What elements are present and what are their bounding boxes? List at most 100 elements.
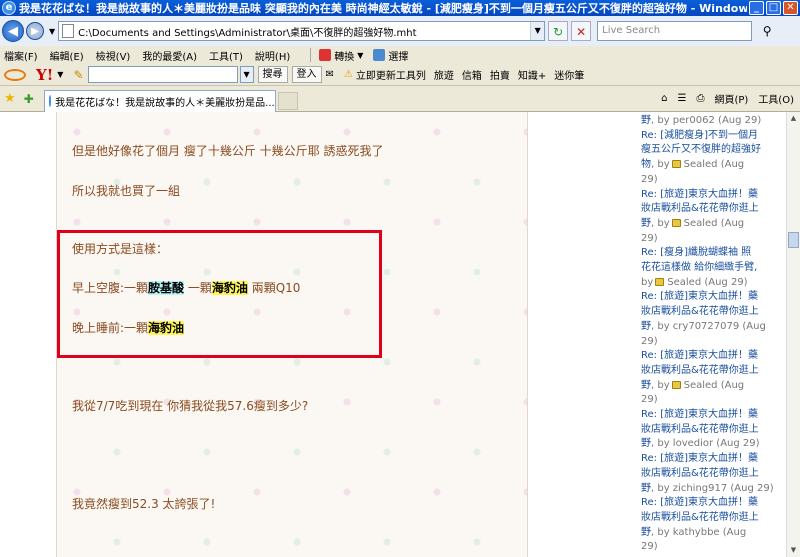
lock-icon: [671, 160, 681, 169]
yahoo-update-toolbar[interactable]: ⚠ 立即更新工具列: [344, 67, 426, 82]
eye-icon[interactable]: [4, 68, 26, 81]
scroll-up-icon[interactable]: ▲: [787, 112, 800, 125]
stop-button[interactable]: ✕: [571, 21, 592, 41]
vertical-scrollbar[interactable]: ▲ ▼: [786, 112, 800, 557]
comment-link[interactable]: Re: [旅遊]東京大血拼！藥: [641, 189, 758, 200]
yahoo-knowledge-link[interactable]: 知識+: [518, 67, 546, 82]
comment-link[interactable]: 野: [641, 380, 651, 391]
yahoo-travel-link[interactable]: 旅遊: [434, 67, 454, 82]
warning-icon: ⚠: [343, 69, 353, 80]
comment-link[interactable]: 妝店戰利品&花花帶你逛上: [641, 424, 759, 435]
comment-link[interactable]: Re: [瘦身]纖脫蝴蝶袖 照: [641, 247, 751, 258]
sidebar-comment-line: 妝店戰利品&花花帶你逛上: [641, 363, 759, 378]
comment-meta-sealed: Sealed (Aug: [683, 379, 745, 391]
left-margin: [0, 112, 56, 557]
menu-favorites[interactable]: 我的最愛(A): [142, 48, 197, 63]
comment-link[interactable]: 花花這樣做 給你細緻手臂,: [641, 262, 757, 273]
convert-button[interactable]: 轉換 ▼: [319, 48, 363, 63]
print-icon[interactable]: ⎙: [696, 93, 704, 104]
comment-link[interactable]: 野: [641, 218, 651, 229]
comment-link[interactable]: Re: [旅遊]東京大血拼！藥: [641, 350, 758, 361]
comment-meta: by: [641, 276, 654, 288]
yahoo-dropdown-icon[interactable]: ▼: [57, 70, 63, 79]
tab-active[interactable]: 我是花花ばな！我是說故事的人＊美麗妝扮是品...: [43, 89, 276, 112]
comment-link[interactable]: 野: [641, 321, 651, 332]
comment-link[interactable]: 物: [641, 159, 651, 170]
menu-help[interactable]: 說明(H): [255, 48, 290, 63]
favorites-star-icon[interactable]: ★: [4, 91, 16, 106]
night-instruction: 晚上睡前:一顆海豹油: [72, 319, 185, 336]
select-button[interactable]: 選擇: [373, 48, 408, 63]
scrollbar-thumb[interactable]: [788, 232, 799, 248]
sidebar-comment-line: Re: [旅遊]東京大血拼！藥: [641, 289, 758, 304]
add-favorite-icon[interactable]: ✚: [24, 92, 34, 106]
yahoo-login-button[interactable]: 登入: [291, 66, 322, 83]
tools-menu[interactable]: 工具(O): [758, 91, 794, 106]
morning-instruction: 早上空腹:一顆胺基酸 一顆海豹油 兩顆Q10: [72, 279, 300, 296]
sidebar-comment-line: Re: [旅遊]東京大血拼！藥: [641, 407, 758, 422]
scroll-down-icon[interactable]: ▼: [787, 544, 800, 557]
comment-meta: , by: [651, 217, 670, 229]
search-icon[interactable]: ⚲: [754, 21, 780, 41]
comment-link[interactable]: 妝店戰利品&花花帶你逛上: [641, 468, 759, 479]
sidebar-comment-line: 野, by cry70727079 (Aug: [641, 319, 766, 334]
sidebar-comment-line: 29): [641, 539, 658, 554]
sidebar-comment-line: 瘦五公斤又不復胖的超強好: [641, 142, 761, 157]
comment-link[interactable]: 野: [641, 527, 651, 538]
yahoo-mailbox-link[interactable]: 信箱: [462, 67, 482, 82]
refresh-button[interactable]: ↻: [548, 21, 569, 41]
yahoo-mini-note-link[interactable]: 迷你筆: [554, 67, 584, 82]
yahoo-search-input[interactable]: [87, 66, 238, 83]
comment-link[interactable]: Re: [旅遊]東京大血拼！藥: [641, 497, 758, 508]
morning-mid: 一顆: [184, 281, 212, 295]
back-button[interactable]: ◀: [2, 20, 24, 42]
yahoo-search-button[interactable]: 搜尋: [257, 66, 288, 83]
address-bar[interactable]: C:\Documents and Settings\Administrator\…: [58, 21, 546, 41]
menu-tools[interactable]: 工具(T): [209, 48, 243, 63]
yahoo-mail-icon[interactable]: ✉: [326, 69, 334, 80]
comment-link[interactable]: Re: [旅遊]東京大血拼！藥: [641, 453, 758, 464]
comment-link[interactable]: 妝店戰利品&花花帶你逛上: [641, 306, 759, 317]
sidebar-comment-line: 29): [641, 392, 658, 407]
live-search-input[interactable]: Live Search: [597, 21, 753, 41]
comment-link[interactable]: 野: [641, 483, 651, 494]
history-dropdown-icon[interactable]: ▼: [49, 27, 55, 36]
morning-suffix: 兩顆Q10: [247, 281, 301, 295]
sidebar-comment-line: 29): [641, 172, 658, 187]
select-label: 選擇: [388, 51, 409, 63]
sidebar-comment-line: 妝店戰利品&花花帶你逛上: [641, 201, 759, 216]
comment-link[interactable]: 野: [641, 115, 651, 126]
comment-link[interactable]: 妝店戰利品&花花帶你逛上: [641, 512, 759, 523]
address-dropdown-icon[interactable]: ▼: [530, 22, 545, 40]
page-content: 但是他好像花了個月 瘦了十幾公斤 十幾公斤耶 誘惑死我了 所以我就也買了一組 使…: [0, 112, 800, 557]
comment-meta-sealed: Sealed (Aug 29): [667, 276, 748, 288]
yahoo-auction-link[interactable]: 拍賣: [490, 67, 510, 82]
comment-link[interactable]: 瘦五公斤又不復胖的超強好: [641, 144, 761, 155]
home-icon[interactable]: ⌂: [661, 93, 667, 104]
maximize-button[interactable]: □: [766, 1, 781, 15]
yahoo-toolbar: Y! ▼ ✎ ▼ 搜尋 登入 ✉ ⚠ 立即更新工具列 旅遊 信箱 拍賣 知識+ 迷…: [0, 64, 800, 86]
comment-link[interactable]: Re: [旅遊]東京大血拼！藥: [641, 291, 758, 302]
comment-link[interactable]: 妝店戰利品&花花帶你逛上: [641, 203, 759, 214]
comment-link[interactable]: 妝店戰利品&花花帶你逛上: [641, 365, 759, 376]
forward-button[interactable]: ▶: [26, 22, 44, 40]
new-tab-button[interactable]: [277, 91, 298, 110]
comment-link[interactable]: Re: [減肥瘦身]不到一個月: [641, 130, 758, 141]
pen-icon[interactable]: ✎: [73, 68, 83, 82]
close-button[interactable]: ✕: [783, 1, 798, 15]
address-input[interactable]: C:\Documents and Settings\Administrator\…: [78, 24, 530, 39]
select-icon: [373, 49, 386, 61]
minimize-button[interactable]: _: [749, 1, 764, 15]
page-menu[interactable]: 網頁(P): [714, 91, 748, 106]
comment-link[interactable]: Re: [旅遊]東京大血拼！藥: [641, 409, 758, 420]
address-toolbar: ◀ ▶ ▼ C:\Documents and Settings\Administ…: [0, 16, 800, 46]
comment-link[interactable]: 野: [641, 438, 651, 449]
menu-view[interactable]: 檢視(V): [96, 48, 131, 63]
update-toolbar-label: 立即更新工具列: [355, 71, 426, 82]
yahoo-search-dropdown-icon[interactable]: ▼: [239, 66, 254, 83]
menu-edit[interactable]: 編輯(E): [50, 48, 84, 63]
menu-file[interactable]: 檔案(F): [4, 48, 38, 63]
yahoo-logo[interactable]: Y!: [36, 66, 53, 84]
feeds-icon[interactable]: ☰: [678, 93, 687, 104]
sidebar-comment-line: Re: [旅遊]東京大血拼！藥: [641, 495, 758, 510]
